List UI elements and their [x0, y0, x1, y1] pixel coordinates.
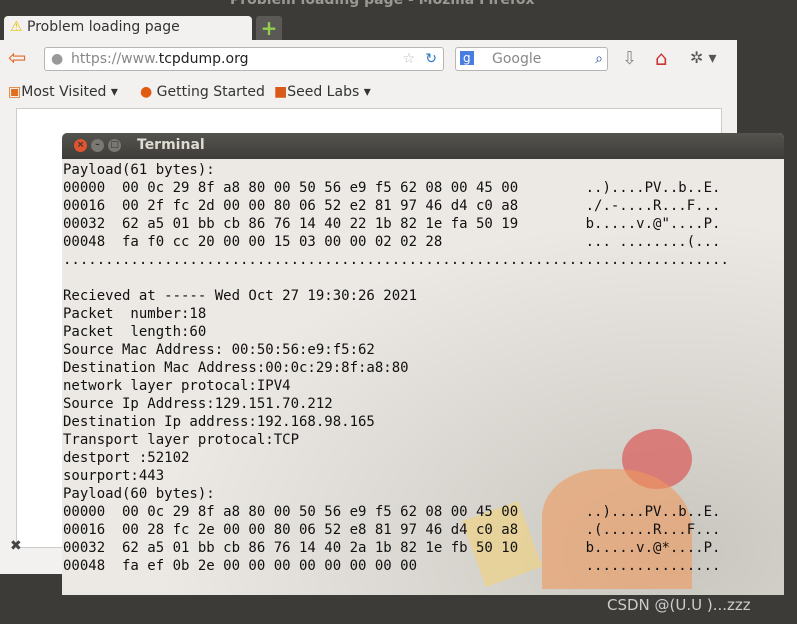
terminal-line: Recieved at ----- Wed Oct 27 19:30:26 20… — [63, 288, 418, 304]
terminal-line: Source Ip Address:129.151.70.212 — [63, 396, 333, 412]
search-icon[interactable]: ⌕ — [595, 51, 603, 67]
reload-icon[interactable]: ↻ — [425, 51, 437, 67]
terminal-title: Terminal — [137, 137, 205, 153]
terminal-window: × – □ Terminal Payload(61 bytes): 00000 0… — [62, 133, 784, 595]
terminal-line: 00032 62 a5 01 bb cb 86 76 14 40 2a 1b 8… — [63, 540, 721, 556]
close-icon[interactable]: ✖ — [10, 538, 22, 554]
folder-icon: ▣ — [8, 84, 22, 100]
terminal-line: network layer protocal:IPV4 — [63, 378, 291, 394]
bookmark-getting-started[interactable]: ● Getting Started — [140, 84, 265, 100]
maximize-icon[interactable]: □ — [108, 139, 121, 152]
terminal-line: Packet length:60 — [63, 324, 207, 340]
terminal-line: sourport:443 — [63, 468, 165, 484]
tab-problem-loading[interactable]: ⚠ Problem loading page — [4, 16, 252, 42]
terminal-line: Source Mac Address: 00:50:56:e9:f5:62 — [63, 342, 375, 358]
terminal-line: Payload(61 bytes): — [63, 162, 215, 178]
terminal-line: Packet number:18 — [63, 306, 207, 322]
terminal-line: 00048 fa ef 0b 2e 00 00 00 00 00 00 00 0… — [63, 558, 721, 574]
new-tab-button[interactable]: + — [256, 16, 282, 40]
globe-icon: ● — [51, 51, 64, 67]
warning-icon: ⚠ — [10, 19, 23, 35]
terminal-line: Transport layer protocal:TCP — [63, 432, 300, 448]
home-icon[interactable]: ⌂ — [655, 46, 668, 70]
terminal-line: Payload(60 bytes): — [63, 486, 215, 502]
terminal-line: 00032 62 a5 01 bb cb 86 76 14 40 22 1b 8… — [63, 216, 721, 232]
minimize-icon[interactable]: – — [91, 139, 104, 152]
search-input[interactable]: g Google ⌕ — [455, 47, 608, 71]
terminal-line: destport :52102 — [63, 450, 190, 466]
watermark: CSDN @(U.U )...zzz — [607, 596, 751, 614]
terminal-titlebar[interactable]: × – □ Terminal — [62, 133, 784, 159]
star-icon[interactable]: ☆ — [402, 51, 415, 67]
nav-bar: ⇦ ● https://www.tcpdump.org ☆ ↻ g Google ⌕ ⇩ … — [0, 42, 737, 78]
google-icon: g — [460, 51, 474, 65]
terminal-line: 00016 00 2f fc 2d 00 00 80 06 52 e2 81 9… — [63, 198, 721, 214]
bookmark-seed-labs[interactable]: ■Seed Labs ▾ — [274, 84, 371, 100]
terminal-output[interactable]: Payload(61 bytes): 00000 00 0c 29 8f a8 8… — [62, 159, 784, 595]
terminal-line: Destination Ip address:192.168.98.165 — [63, 414, 375, 430]
terminal-line: 00048 fa f0 cc 20 00 00 15 03 00 00 02 0… — [63, 234, 721, 250]
bookmark-most-visited[interactable]: ▣Most Visited ▾ — [8, 84, 118, 100]
terminal-line: Destination Mac Address:00:0c:29:8f:a8:8… — [63, 360, 409, 376]
firefox-icon: ● — [140, 84, 153, 100]
terminal-line: 00000 00 0c 29 8f a8 80 00 50 56 e9 f5 6… — [63, 180, 721, 196]
close-icon[interactable]: × — [74, 139, 87, 152]
folder-icon: ■ — [274, 84, 288, 100]
terminal-line: ........................................… — [63, 252, 729, 268]
terminal-line: 00016 00 28 fc 2e 00 00 80 06 52 e8 81 9… — [63, 522, 721, 538]
download-icon[interactable]: ⇩ — [622, 48, 637, 69]
window-title: Problem loading page - Mozilla Firefox — [230, 0, 535, 8]
terminal-line: 00000 00 0c 29 8f a8 80 00 50 56 e9 f5 6… — [63, 504, 721, 520]
addon-icon[interactable]: ✲ ▾ — [690, 48, 717, 67]
back-arrow-icon[interactable]: ⇦ — [8, 46, 26, 71]
url-bar[interactable]: ● https://www.tcpdump.org ☆ ↻ — [44, 47, 444, 71]
